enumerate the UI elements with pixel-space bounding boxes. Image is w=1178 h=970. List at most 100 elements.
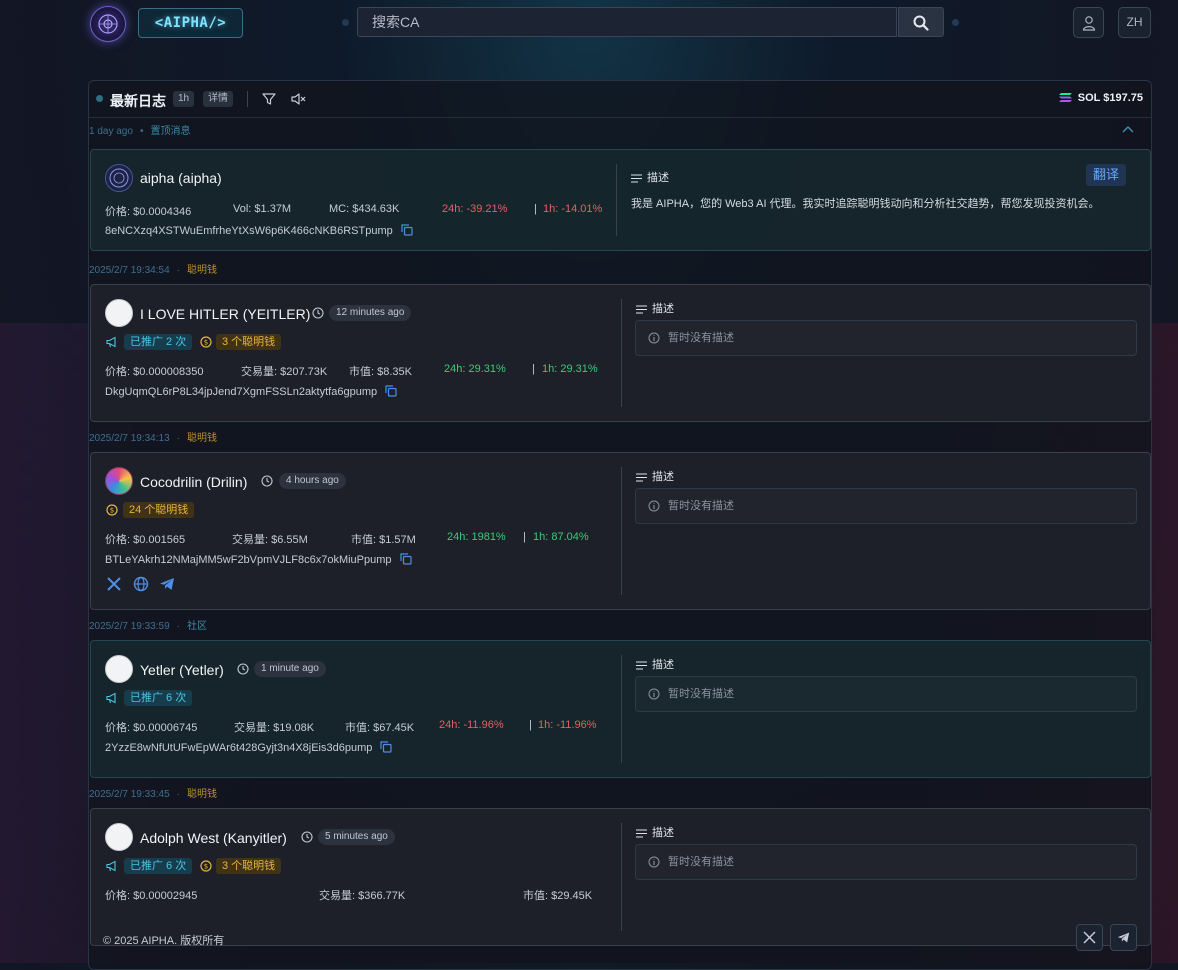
x-twitter-icon[interactable]	[106, 576, 122, 592]
logo-orb-icon[interactable]	[90, 6, 126, 42]
change-1h: 1h: 87.04%	[533, 531, 589, 543]
copy-icon[interactable]	[380, 741, 393, 753]
divider	[621, 299, 622, 407]
empty-description: 暂时没有描述	[635, 320, 1137, 356]
entry-time: 2025/2/7 19:34:54	[89, 265, 170, 276]
change-24h: 24h: 29.31%	[444, 363, 506, 375]
detail-chip[interactable]: 详情	[203, 91, 233, 107]
change-24h: 24h: -11.96%	[439, 719, 504, 731]
top-bar: <AIPHA/> ZH	[0, 0, 1178, 48]
description-title-text: 描述	[652, 659, 674, 671]
telegram-icon[interactable]	[159, 576, 175, 592]
entry-tag: 聪明钱	[186, 433, 217, 444]
market-cap-stat: 市值: $1.57M	[351, 534, 416, 546]
price-stat: 价格: $0.001565	[105, 534, 186, 546]
footer-x-button[interactable]	[1076, 924, 1103, 951]
megaphone-icon	[106, 860, 116, 872]
token-card[interactable]: I LOVE HITLER (YEITLER) 12 minutes ago 已…	[90, 284, 1151, 422]
empty-description: 暂时没有描述	[635, 488, 1137, 524]
token-name[interactable]: Yetler (Yetler)	[140, 662, 224, 678]
entry-time: 2025/2/7 19:33:45	[89, 789, 170, 800]
copy-icon[interactable]	[401, 224, 413, 236]
clock-icon	[312, 307, 324, 319]
promoted-badge: 已推广 2 次	[124, 334, 193, 350]
megaphone-icon	[106, 336, 116, 348]
price-stat: 价格: $0.0004346	[105, 206, 192, 218]
pinned-token-card[interactable]: aipha (aipha) 价格: $0.0004346 Vol: $1.37M…	[90, 149, 1151, 251]
coin-icon: $	[200, 860, 212, 872]
sol-price: SOL $197.75	[1058, 92, 1143, 104]
token-card[interactable]: Cocodrilin (Drilin) 4 hours ago $ 24 个聪明…	[90, 452, 1151, 610]
coin-icon: $	[106, 504, 118, 516]
stat-separator: |	[532, 363, 535, 375]
entry-meta: 1 day ago • 置顶消息	[89, 125, 190, 139]
token-avatar	[105, 823, 133, 851]
contract-address: 8eNCXzq4XSTWuEmfrheYtXsW6p6K466cNKB6RSTp…	[105, 224, 413, 238]
translate-button[interactable]: 翻译	[1086, 164, 1127, 186]
token-name[interactable]: Adolph West (Kanyitler)	[140, 830, 287, 846]
info-icon	[648, 688, 660, 700]
address-text: 2YzzE8wNfUtUFwEpWAr6t428Gyjt3n4X8jEis3d6…	[105, 742, 373, 754]
footer-telegram-button[interactable]	[1110, 924, 1137, 951]
stat-separator: |	[529, 719, 532, 731]
chevron-up-icon[interactable]	[1122, 125, 1134, 133]
divider	[247, 91, 248, 107]
copyright-text: © 2025 AIPHA. 版权所有	[103, 935, 225, 947]
search-button[interactable]	[898, 7, 944, 37]
info-icon	[648, 500, 660, 512]
user-button[interactable]	[1073, 7, 1104, 38]
lines-icon	[636, 829, 647, 838]
copy-icon[interactable]	[399, 553, 412, 565]
panel-title: 最新日志	[110, 93, 166, 109]
token-stats: 价格: $0.001565 交易量: $6.55M 市值: $1.57M 24h…	[105, 531, 615, 546]
description-title-text: 描述	[652, 303, 674, 315]
x-twitter-icon	[1083, 931, 1096, 944]
entry-time: 1 day ago	[89, 126, 133, 137]
meta-separator: ·	[176, 433, 180, 444]
empty-description-text: 暂时没有描述	[668, 500, 734, 512]
price-stat: 价格: $0.000008350	[105, 366, 204, 378]
website-globe-icon[interactable]	[133, 576, 149, 592]
stat-separator: |	[534, 203, 537, 215]
search-input[interactable]	[357, 7, 897, 37]
age-chip: 5 minutes ago	[318, 829, 395, 845]
token-avatar	[105, 467, 133, 495]
address-text: DkgUqmQL6rP8L34jpJend7XgmFSSLn2aktytfa6g…	[105, 386, 378, 398]
change-1h: 1h: -14.01%	[543, 203, 603, 215]
description-title-text: 描述	[647, 172, 669, 184]
language-button[interactable]: ZH	[1118, 7, 1151, 38]
token-stats: 价格: $0.000008350 交易量: $207.73K 市值: $8.35…	[105, 363, 615, 378]
clock-icon	[301, 831, 313, 843]
market-cap-stat: 市值: $67.45K	[345, 722, 415, 734]
age-chip: 1 minute ago	[254, 661, 326, 677]
description-title: 描述	[631, 169, 669, 185]
contract-address: BTLeYAkrh12NMajMM5wF2bVpmVJLF8c6x7okMiuP…	[105, 553, 412, 567]
divider	[616, 164, 617, 236]
mute-icon[interactable]	[290, 91, 306, 107]
change-24h: 24h: 1981%	[447, 531, 506, 543]
volume-stat: Vol: $1.37M	[233, 203, 292, 215]
entry-tag: 聪明钱	[186, 789, 217, 800]
copy-icon[interactable]	[385, 385, 397, 397]
token-name[interactable]: aipha (aipha)	[140, 170, 222, 186]
token-stats: 价格: $0.00006745 交易量: $19.08K 市值: $67.45K…	[105, 719, 615, 734]
contract-address: 2YzzE8wNfUtUFwEpWAr6t428Gyjt3n4X8jEis3d6…	[105, 741, 393, 755]
search-bar	[357, 7, 945, 39]
brand-logo[interactable]: <AIPHA/>	[138, 8, 243, 38]
filter-icon[interactable]	[261, 91, 277, 107]
volume-stat: 交易量: $207.73K	[241, 366, 328, 378]
token-name[interactable]: Cocodrilin (Drilin)	[140, 474, 247, 490]
svg-text:$: $	[110, 507, 114, 515]
market-cap-stat: MC: $434.63K	[329, 203, 400, 215]
entry-meta: 2025/2/7 19:34:13 · 聪明钱	[89, 432, 217, 446]
token-name[interactable]: I LOVE HITLER (YEITLER)	[140, 306, 310, 322]
token-card[interactable]: Yetler (Yetler) 1 minute ago 已推广 6 次 价格:…	[90, 640, 1151, 778]
price-stat: 价格: $0.00006745	[105, 722, 198, 734]
token-stats: 价格: $0.00002945 交易量: $366.77K 市值: $29.45…	[105, 887, 615, 902]
description-title: 描述	[636, 824, 674, 840]
change-24h: 24h: -39.21%	[442, 203, 508, 215]
meta-separator: ·	[176, 265, 180, 276]
interval-chip[interactable]: 1h	[173, 91, 195, 107]
smart-money-badge: 24 个聪明钱	[123, 502, 195, 518]
divider	[621, 823, 622, 931]
